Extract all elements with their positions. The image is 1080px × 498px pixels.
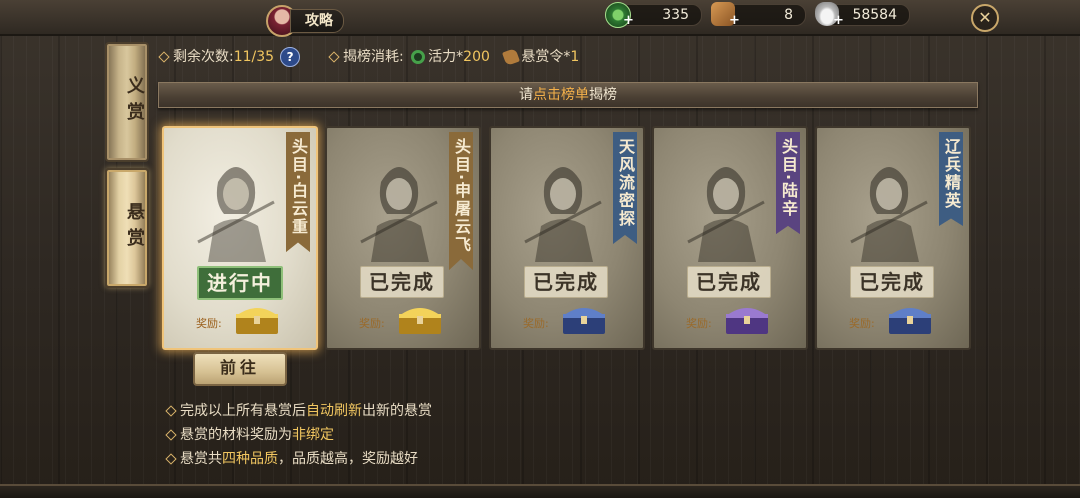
bounty-token-icon: [502, 48, 521, 66]
diamond-bullet-icon: [328, 51, 340, 63]
accept-cost: 揭榜消耗: 活力*200 悬赏令*1: [328, 46, 580, 66]
tip-text: 悬赏共: [180, 451, 222, 467]
resource-value: 335: [662, 7, 689, 23]
bounty-status: 已完成: [360, 266, 444, 298]
banner-text: 揭榜: [589, 87, 617, 103]
tip-text: 出新的悬赏: [362, 403, 432, 419]
tip-line: 悬赏的材料奖励为非绑定: [165, 424, 334, 444]
instruction-banner: 请点击榜单揭榜: [158, 82, 978, 108]
tip-line: 悬赏共四种品质，品质越高，奖励越好: [165, 448, 418, 468]
bounty-portrait: [197, 167, 275, 262]
bounty-title: 辽兵精英: [939, 132, 963, 226]
bounty-title: 天风流密探: [613, 132, 637, 244]
bounty-portrait: [687, 167, 765, 262]
reward-label: 奖励:: [359, 317, 385, 330]
remaining-label: 剩余次数:: [173, 49, 234, 65]
add-scroll-icon[interactable]: +: [729, 13, 740, 28]
goto-button[interactable]: 前往: [193, 352, 287, 386]
bounty-status: 进行中: [197, 266, 283, 300]
reward-label: 奖励:: [523, 317, 549, 330]
tab-label: 悬赏: [124, 202, 145, 254]
diamond-bullet-icon: [165, 405, 177, 417]
bounty-status: 已完成: [524, 266, 608, 298]
tip-highlight: 自动刷新: [306, 403, 362, 419]
remaining-attempts: 剩余次数:11/35?: [158, 46, 301, 67]
resource-jade[interactable]: + 335: [605, 2, 702, 28]
gold-chest-icon: [399, 308, 441, 334]
guide-button[interactable]: 攻略: [290, 9, 344, 33]
vitality-label: 活力*: [428, 49, 464, 65]
reward-label: 奖励:: [686, 317, 712, 330]
resource-value: 58584: [852, 7, 897, 23]
diamond-bullet-icon: [158, 51, 170, 63]
bounty-status: 已完成: [850, 266, 934, 298]
bounty-card[interactable]: 头目·白云重 进行中奖励:: [162, 126, 318, 350]
add-jade-icon[interactable]: +: [623, 13, 634, 28]
banner-highlight: 点击榜单: [533, 87, 589, 103]
tab-yishang[interactable]: 义赏: [105, 42, 149, 162]
vitality-value: 200: [463, 49, 490, 65]
bottom-bar: [0, 484, 1080, 498]
add-silver-icon[interactable]: +: [833, 13, 844, 28]
remaining-value: 11/35: [233, 49, 275, 65]
tip-text: 悬赏的材料奖励为: [180, 427, 292, 443]
bounty-portrait: [524, 167, 602, 262]
vitality-icon: [411, 50, 426, 64]
bounty-title: 头目·白云重: [286, 132, 310, 253]
diamond-bullet-icon: [165, 453, 177, 465]
bounty-title: 头目·申屠云飞: [449, 132, 473, 271]
bounty-card[interactable]: 天风流密探 已完成奖励:: [489, 126, 645, 350]
bounty-title: 头目·陆辛: [776, 132, 800, 235]
close-button[interactable]: ✕: [971, 4, 999, 32]
tip-text: 完成以上所有悬赏后: [180, 403, 306, 419]
reward-label: 奖励:: [196, 317, 222, 330]
token-value: 1: [570, 49, 580, 65]
blue-chest-icon: [889, 308, 931, 334]
reward-label: 奖励:: [849, 317, 875, 330]
purple-chest-icon: [726, 308, 768, 334]
tab-xuanshang[interactable]: 悬赏: [105, 168, 149, 288]
tip-line: 完成以上所有悬赏后自动刷新出新的悬赏: [165, 400, 432, 420]
banner-text: 请: [519, 87, 533, 103]
bounty-card[interactable]: 头目·申屠云飞 已完成奖励:: [325, 126, 481, 350]
bounty-card[interactable]: 头目·陆辛已完成奖励:: [652, 126, 808, 350]
bounty-portrait: [360, 167, 438, 262]
bounty-card[interactable]: 辽兵精英已完成奖励:: [815, 126, 971, 350]
tip-highlight: 四种品质: [222, 451, 278, 467]
tip-highlight: 非绑定: [292, 427, 334, 443]
token-label: 悬赏令*: [521, 49, 571, 65]
bounty-status: 已完成: [687, 266, 771, 298]
help-icon[interactable]: ?: [280, 47, 301, 67]
tab-label: 义赏: [124, 76, 145, 128]
tip-text: ，品质越高，奖励越好: [278, 451, 418, 467]
blue-chest-icon: [563, 308, 605, 334]
gold-chest-icon: [236, 308, 278, 334]
close-icon: ✕: [978, 8, 992, 27]
cost-label: 揭榜消耗:: [343, 49, 404, 65]
resource-scroll[interactable]: + 8: [711, 2, 806, 28]
resource-value: 8: [784, 7, 793, 23]
top-bar: [0, 0, 1080, 36]
diamond-bullet-icon: [165, 429, 177, 441]
resource-silver[interactable]: + 58584: [815, 2, 910, 28]
bounty-portrait: [850, 167, 928, 262]
